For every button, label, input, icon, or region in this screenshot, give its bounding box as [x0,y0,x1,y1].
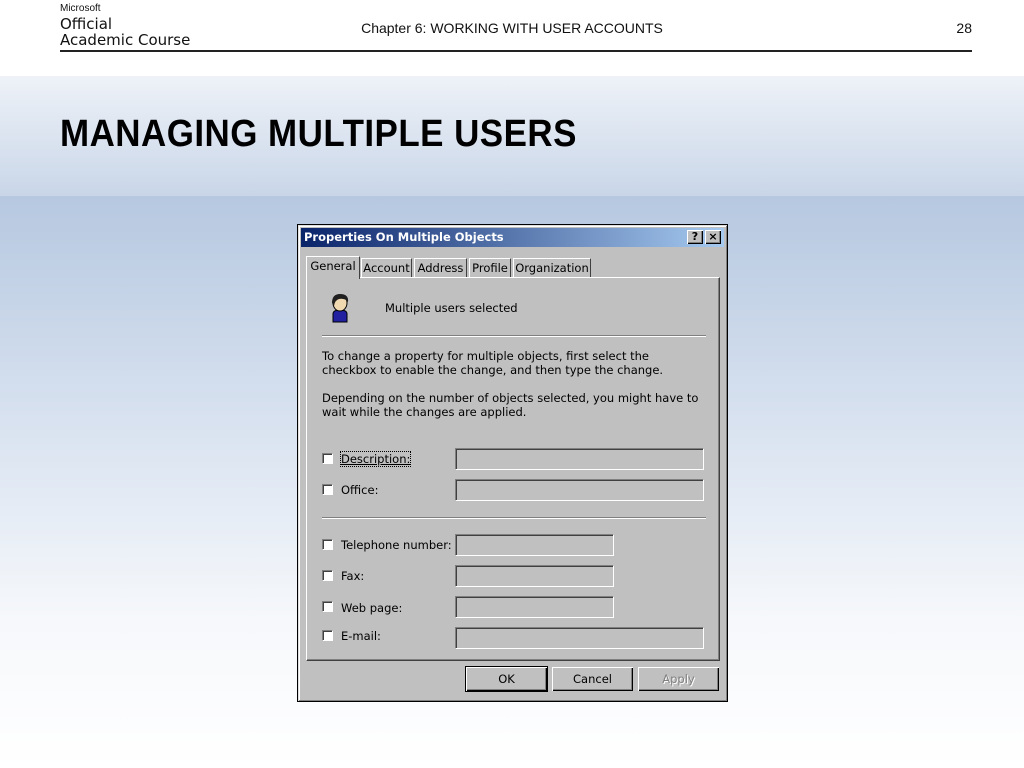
help-button[interactable]: ? [687,230,703,244]
email-field[interactable] [455,627,704,649]
tab-account[interactable]: Account [361,258,412,277]
general-tab-panel: Multiple users selected To change a prop… [306,277,720,661]
ok-button[interactable]: OK [465,666,548,692]
office-label: Office: [341,483,379,497]
fax-label: Fax: [341,569,365,583]
email-label: E-mail: [341,629,381,643]
tab-profile-label: Profile [472,261,508,275]
dialog-titlebar[interactable]: Properties On Multiple Objects ? × [301,228,724,247]
close-button[interactable]: × [705,230,721,244]
tab-general[interactable]: General [306,256,360,279]
dialog-title: Properties On Multiple Objects [304,230,504,244]
webpage-label: Web page: [341,601,403,615]
apply-button[interactable]: Apply [638,667,719,691]
tab-address[interactable]: Address [414,258,467,277]
properties-dialog: Properties On Multiple Objects ? × Gener… [297,224,728,702]
brand-microsoft: Microsoft [60,3,101,14]
info-text-2: Depending on the number of objects selec… [322,391,699,419]
telephone-checkbox[interactable] [322,539,333,550]
tab-organization[interactable]: Organization [513,258,591,277]
tab-profile[interactable]: Profile [469,258,511,277]
description-field[interactable] [455,448,704,470]
page-number: 28 [956,20,972,36]
separator-top [322,335,706,337]
tab-account-label: Account [363,261,410,275]
info-text-1: To change a property for multiple object… [322,349,664,377]
description-label: Description: [339,451,412,467]
chapter-title: Chapter 6: WORKING WITH USER ACCOUNTS [361,20,663,36]
webpage-field[interactable] [455,596,614,618]
selected-status: Multiple users selected [385,301,518,315]
cancel-button[interactable]: Cancel [552,667,633,691]
description-checkbox[interactable] [322,453,333,464]
fax-field[interactable] [455,565,614,587]
tab-address-label: Address [417,261,464,275]
telephone-field[interactable] [455,534,614,556]
telephone-label: Telephone number: [341,538,452,552]
header-divider [60,50,972,52]
tab-organization-label: Organization [515,261,589,275]
office-checkbox[interactable] [322,484,333,495]
fax-checkbox[interactable] [322,570,333,581]
separator-middle [322,517,706,519]
office-field[interactable] [455,479,704,501]
description-label-text: Description: [341,452,411,466]
email-checkbox[interactable] [322,630,333,641]
slide-title: MANAGING MULTIPLE USERS [60,113,577,155]
tab-general-label: General [310,259,356,273]
user-icon [332,294,349,323]
webpage-checkbox[interactable] [322,601,333,612]
